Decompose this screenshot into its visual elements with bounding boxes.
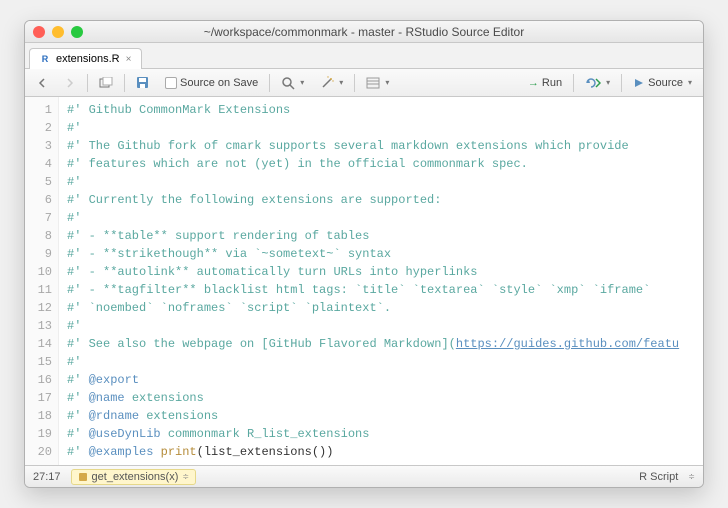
fn-icon <box>78 472 88 482</box>
code-area[interactable]: #' Github CommonMark Extensions#'#' The … <box>59 97 703 465</box>
rerun-button[interactable] <box>580 75 615 91</box>
back-button[interactable] <box>31 75 53 91</box>
line-number: 16 <box>25 371 52 389</box>
line-number: 7 <box>25 209 52 227</box>
divider <box>621 74 622 92</box>
code-line[interactable]: #' Currently the following extensions ar… <box>67 191 703 209</box>
code-line[interactable]: #' <box>67 209 703 227</box>
tab-filename: extensions.R <box>56 53 120 65</box>
code-line[interactable]: #' features which are not (yet) in the o… <box>67 155 703 173</box>
window-title: ~/workspace/commonmark - master - RStudi… <box>33 25 695 39</box>
code-line[interactable]: #' `noembed` `noframes` `script` `plaint… <box>67 299 703 317</box>
run-label: Run <box>542 77 562 89</box>
tab-close-icon[interactable]: × <box>124 54 134 65</box>
divider <box>124 74 125 92</box>
source-button[interactable]: Source <box>628 75 697 91</box>
code-line[interactable]: #' Github CommonMark Extensions <box>67 101 703 119</box>
checkbox-icon <box>165 77 177 89</box>
line-number: 6 <box>25 191 52 209</box>
find-button[interactable] <box>276 74 309 92</box>
chevron-icon: ≑ <box>182 472 189 481</box>
source-on-save-checkbox[interactable]: Source on Save <box>160 75 263 91</box>
line-number: 15 <box>25 353 52 371</box>
run-arrow-icon: → <box>528 77 539 89</box>
divider <box>269 74 270 92</box>
code-line[interactable]: #' See also the webpage on [GitHub Flavo… <box>67 335 703 353</box>
tab-bar: R extensions.R × <box>25 43 703 69</box>
code-line[interactable]: #' - **autolink** automatically turn URL… <box>67 263 703 281</box>
code-line[interactable]: #' - **tagfilter** blacklist html tags: … <box>67 281 703 299</box>
close-icon[interactable] <box>33 26 45 38</box>
code-line[interactable]: #' <box>67 173 703 191</box>
code-line[interactable]: #' <box>67 317 703 335</box>
code-line[interactable]: #' - **table** support rendering of tabl… <box>67 227 703 245</box>
chevron-icon: ≑ <box>688 472 695 481</box>
code-line[interactable]: #' <box>67 353 703 371</box>
code-line[interactable]: #' @examples print(list_extensions()) <box>67 443 703 461</box>
line-number: 10 <box>25 263 52 281</box>
function-name: get_extensions(x) <box>92 471 179 483</box>
code-line[interactable]: #' @rdname extensions <box>67 407 703 425</box>
line-number: 18 <box>25 407 52 425</box>
divider <box>573 74 574 92</box>
line-number: 5 <box>25 173 52 191</box>
line-number: 13 <box>25 317 52 335</box>
window: ~/workspace/commonmark - master - RStudi… <box>24 20 704 488</box>
save-button[interactable] <box>131 74 154 91</box>
line-number: 9 <box>25 245 52 263</box>
r-file-icon: R <box>38 52 52 66</box>
run-button[interactable]: → Run <box>523 75 567 91</box>
line-number: 2 <box>25 119 52 137</box>
line-number: 1 <box>25 101 52 119</box>
function-navigator[interactable]: get_extensions(x) ≑ <box>71 469 197 485</box>
cursor-position: 27:17 <box>33 471 61 483</box>
show-in-new-window-button[interactable] <box>94 75 118 91</box>
code-line[interactable]: #' @useDynLib commonmark R_list_extensio… <box>67 425 703 443</box>
code-line[interactable]: #' The Github fork of cmark supports sev… <box>67 137 703 155</box>
code-line[interactable]: #' - **strikethough** via `~sometext~` s… <box>67 245 703 263</box>
code-line[interactable]: #' @name extensions <box>67 389 703 407</box>
maximize-icon[interactable] <box>71 26 83 38</box>
line-number: 20 <box>25 443 52 461</box>
line-number: 12 <box>25 299 52 317</box>
traffic-lights <box>33 26 83 38</box>
tab-active[interactable]: R extensions.R × <box>29 48 142 69</box>
code-line[interactable]: #' <box>67 119 703 137</box>
source-on-save-label: Source on Save <box>180 77 258 89</box>
source-label: Source <box>648 77 683 89</box>
wand-button[interactable] <box>315 74 348 92</box>
divider <box>354 74 355 92</box>
titlebar: ~/workspace/commonmark - master - RStudi… <box>25 21 703 43</box>
code-line[interactable]: #' @export <box>67 371 703 389</box>
forward-button[interactable] <box>59 75 81 91</box>
line-gutter: 1234567891011121314151617181920 <box>25 97 59 465</box>
divider <box>87 74 88 92</box>
line-number: 14 <box>25 335 52 353</box>
notebook-button[interactable] <box>361 75 394 91</box>
line-number: 19 <box>25 425 52 443</box>
line-number: 11 <box>25 281 52 299</box>
language-mode[interactable]: R Script <box>639 471 678 483</box>
line-number: 3 <box>25 137 52 155</box>
status-bar: 27:17 get_extensions(x) ≑ R Script ≑ <box>25 465 703 487</box>
line-number: 8 <box>25 227 52 245</box>
toolbar: Source on Save → Run Source <box>25 69 703 97</box>
code-editor[interactable]: 1234567891011121314151617181920 #' Githu… <box>25 97 703 465</box>
line-number: 4 <box>25 155 52 173</box>
line-number: 17 <box>25 389 52 407</box>
minimize-icon[interactable] <box>52 26 64 38</box>
